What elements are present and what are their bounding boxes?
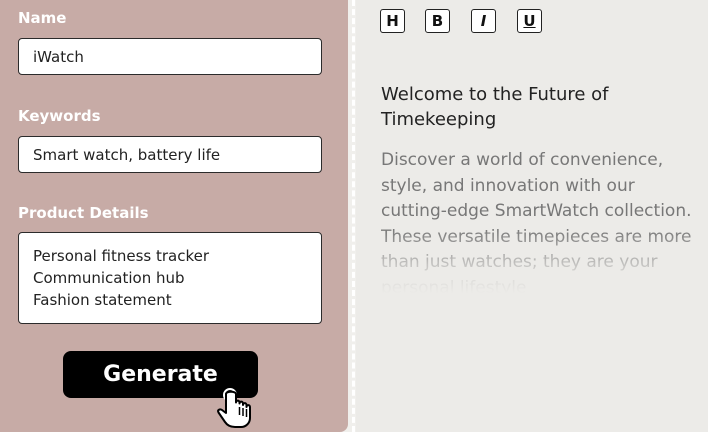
bold-format-button[interactable]: B bbox=[425, 9, 450, 33]
bold-btn-label: B bbox=[431, 12, 444, 30]
generate-label: Generate bbox=[103, 362, 218, 387]
heading-format-button[interactable]: H bbox=[380, 9, 405, 33]
name-value: iWatch bbox=[33, 47, 84, 66]
italic-btn-label: I bbox=[480, 12, 487, 30]
details-line: Fashion statement bbox=[33, 291, 172, 309]
product-details-label: Product Details bbox=[18, 204, 149, 222]
name-input[interactable]: iWatch bbox=[18, 38, 322, 75]
product-details-textarea[interactable]: Personal fitness tracker Communication h… bbox=[18, 232, 322, 324]
keywords-label: Keywords bbox=[18, 107, 101, 125]
italic-format-button[interactable]: I bbox=[471, 9, 496, 33]
keywords-value: Smart watch, battery life bbox=[33, 145, 221, 164]
panel-divider bbox=[352, 0, 355, 432]
hand-pointer-icon bbox=[217, 388, 251, 428]
underline-format-button[interactable]: U bbox=[517, 9, 542, 33]
details-line: Communication hub bbox=[33, 269, 185, 287]
details-line: Personal fitness tracker bbox=[33, 247, 210, 265]
input-panel: Name iWatch Keywords Smart watch, batter… bbox=[0, 0, 348, 432]
keywords-input[interactable]: Smart watch, battery life bbox=[18, 136, 322, 173]
generated-heading: Welcome to the Future of Timekeeping bbox=[381, 84, 609, 130]
generated-body-text: Discover a world of convenience, style, … bbox=[381, 150, 692, 293]
name-label: Name bbox=[18, 9, 67, 27]
underline-btn-label: U bbox=[523, 12, 536, 30]
heading-btn-label: H bbox=[386, 12, 399, 30]
